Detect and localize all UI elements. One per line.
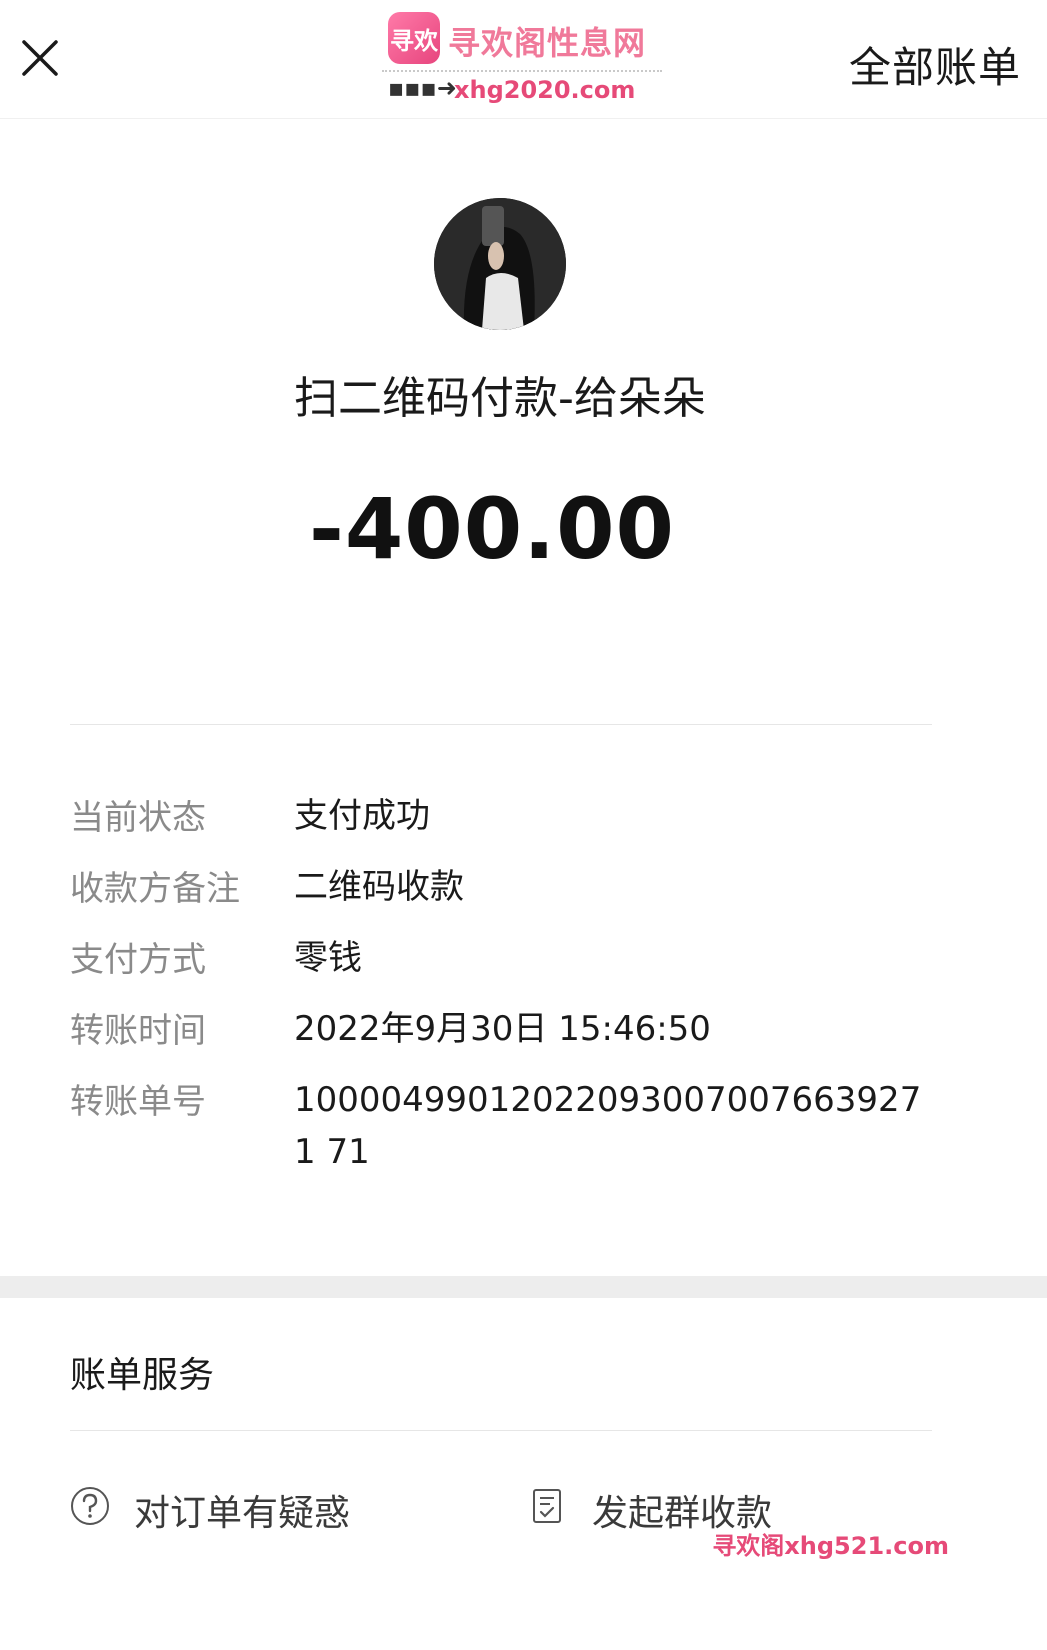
watermark-url: xhg2020.com (454, 76, 636, 104)
detail-label: 当前状态 (70, 798, 206, 838)
detail-label: 支付方式 (70, 940, 206, 980)
watermark-divider (382, 70, 662, 72)
watermark-site-name: 寻欢阁性息网 (448, 24, 647, 62)
watermark-banner: 寻欢 寻欢阁性息网 ▪▪▪➜ xhg2020.com (382, 10, 662, 104)
question-circle-icon (71, 1487, 109, 1525)
watermark-footer: 寻欢阁xhg521.com (712, 1532, 949, 1560)
detail-value: 100004990120220930070076639271 71 (294, 1080, 922, 1172)
service-label: 对订单有疑惑 (134, 1493, 351, 1534)
divider (70, 724, 932, 725)
watermark-logo: 寻欢 (388, 12, 440, 64)
arrow-right-icon: ▪▪▪➜ (388, 74, 457, 102)
avatar (434, 198, 566, 330)
top-bar: 寻欢 寻欢阁性息网 ▪▪▪➜ xhg2020.com 全部账单 (0, 0, 1047, 119)
detail-label: 转账单号 (70, 1082, 206, 1122)
section-separator (0, 1276, 1047, 1298)
bill-service-title: 账单服务 (70, 1355, 215, 1396)
detail-value: 支付成功 (294, 796, 430, 836)
avatar-image (434, 198, 566, 330)
detail-label: 转账时间 (70, 1011, 206, 1051)
document-check-icon (533, 1489, 561, 1523)
divider (70, 1430, 932, 1431)
close-button[interactable] (18, 36, 62, 80)
detail-value: 零钱 (294, 938, 362, 978)
detail-label: 收款方备注 (70, 869, 240, 909)
all-bills-link[interactable]: 全部账单 (849, 34, 1021, 95)
detail-value: 二维码收款 (294, 867, 464, 907)
close-icon[interactable] (18, 36, 62, 80)
detail-value: 2022年9月30日 15:46:50 (294, 1009, 711, 1049)
payment-title: 扫二维码付款-给朵朵 (294, 373, 706, 424)
payment-amount: -400.00 (308, 480, 675, 578)
